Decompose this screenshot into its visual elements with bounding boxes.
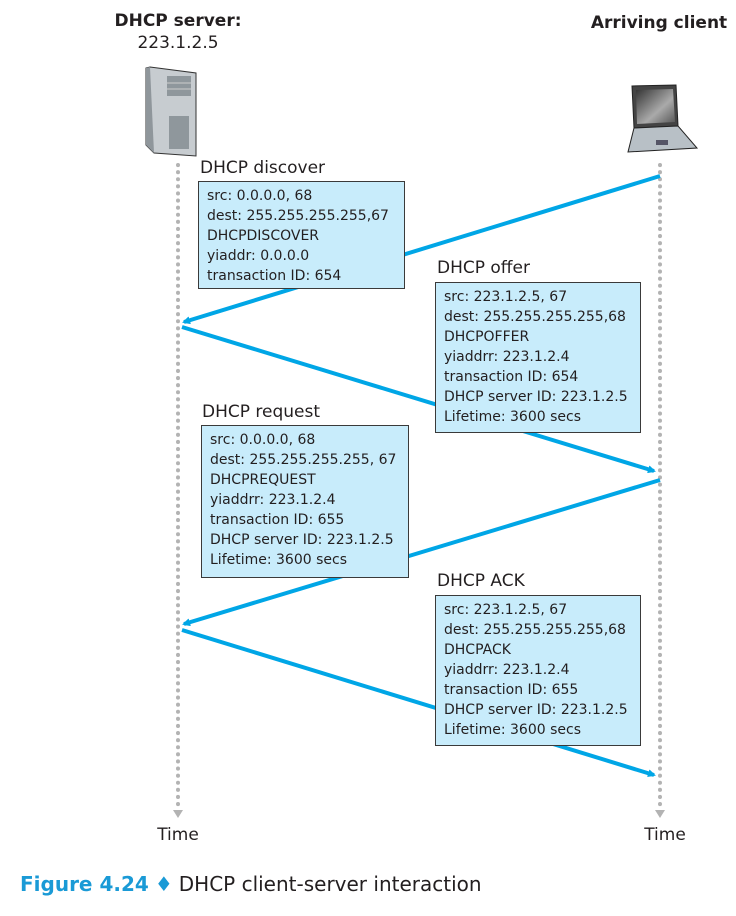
- field: DHCPACK: [444, 642, 511, 658]
- field: Lifetime: 3600 secs: [444, 409, 582, 425]
- server-icon: [145, 66, 197, 157]
- field: yiaddrr: 223.1.2.4: [210, 492, 336, 508]
- request-box: src: 0.0.0.0, 68 dest: 255.255.255.255, …: [201, 425, 409, 578]
- field: src: 0.0.0.0, 68: [207, 188, 313, 204]
- field: DHCPREQUEST: [210, 472, 316, 488]
- field: dest: 255.255.255.255, 67: [210, 452, 397, 468]
- server-header: DHCP server: 223.1.2.5: [108, 10, 248, 54]
- field: yiaddrr: 223.1.2.4: [444, 662, 570, 678]
- server-ip: 223.1.2.5: [137, 33, 219, 53]
- caption-separator: ♦: [154, 872, 173, 896]
- figure-number: Figure 4.24: [20, 872, 149, 896]
- field: Lifetime: 3600 secs: [210, 552, 348, 568]
- client-time-arrow: [655, 810, 665, 818]
- field: dest: 255.255.255.255,68: [444, 309, 626, 325]
- caption-text: DHCP client-server interaction: [178, 872, 482, 896]
- request-label: DHCP request: [202, 402, 321, 422]
- field: dest: 255.255.255.255,68: [444, 622, 626, 638]
- field: Lifetime: 3600 secs: [444, 722, 582, 738]
- figure-caption: Figure 4.24 ♦ DHCP client-server interacti…: [20, 872, 482, 896]
- field: transaction ID: 654: [444, 369, 579, 385]
- server-time-label: Time: [157, 825, 199, 845]
- field: dest: 255.255.255.255,67: [207, 208, 389, 224]
- field: yiaddrr: 223.1.2.4: [444, 349, 570, 365]
- field: transaction ID: 655: [210, 512, 345, 528]
- ack-box: src: 223.1.2.5, 67 dest: 255.255.255.255…: [435, 595, 641, 746]
- ack-label: DHCP ACK: [437, 571, 525, 591]
- client-time-label: Time: [644, 825, 686, 845]
- discover-label: DHCP discover: [200, 158, 326, 178]
- offer-box: src: 223.1.2.5, 67 dest: 255.255.255.255…: [435, 282, 641, 433]
- field: src: 223.1.2.5, 67: [444, 289, 568, 305]
- field: transaction ID: 655: [444, 682, 579, 698]
- dhcp-diagram: DHCP server: 223.1.2.5 Arriving client D…: [0, 0, 736, 916]
- client-title: Arriving client: [590, 13, 728, 33]
- field: transaction ID: 654: [207, 268, 342, 284]
- server-title: DHCP server:: [114, 11, 242, 31]
- field: yiaddr: 0.0.0.0: [207, 248, 310, 264]
- offer-label: DHCP offer: [437, 258, 530, 278]
- field: DHCPDISCOVER: [207, 228, 320, 244]
- server-time-arrow: [173, 810, 183, 818]
- field: DHCP server ID: 223.1.2.5: [210, 532, 394, 548]
- field: DHCP server ID: 223.1.2.5: [444, 702, 628, 718]
- laptop-icon: [627, 84, 699, 153]
- field: DHCPOFFER: [444, 329, 530, 345]
- field: DHCP server ID: 223.1.2.5: [444, 389, 628, 405]
- discover-box: src: 0.0.0.0, 68 dest: 255.255.255.255,6…: [198, 181, 405, 289]
- field: src: 0.0.0.0, 68: [210, 432, 316, 448]
- field: src: 223.1.2.5, 67: [444, 602, 568, 618]
